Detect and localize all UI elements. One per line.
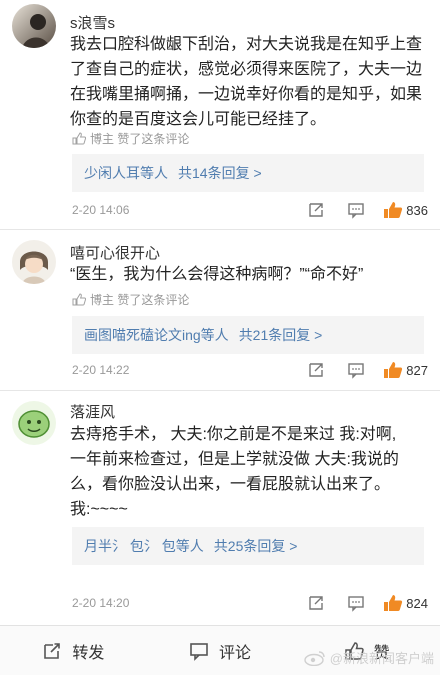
replies-box[interactable]: 月半氵 包氵 包等人 共25条回复 >: [72, 527, 424, 565]
like-button[interactable]: 827: [383, 361, 428, 379]
username[interactable]: 嘻可心很开心: [70, 242, 160, 263]
author-liked: 博主 赞了这条评论: [72, 291, 189, 308]
repost-icon: [44, 642, 61, 659]
like-button[interactable]: 824: [383, 594, 428, 612]
avatar[interactable]: [12, 240, 56, 284]
like-count: 824: [406, 595, 428, 611]
watermark: @新浪新闻客户端: [304, 648, 434, 667]
comment-label: 评论: [219, 644, 252, 662]
username[interactable]: s浪雪s: [70, 12, 115, 33]
username[interactable]: 落涯风: [70, 401, 115, 422]
comment-time: 2-20 14:06: [72, 203, 130, 217]
reply-count[interactable]: 共21条回复 >: [239, 325, 323, 345]
comment-meta: 2-20 14:22 827: [72, 359, 428, 381]
comment-time: 2-20 14:20: [72, 596, 130, 610]
comment-line: 你查的是百度这会儿可能已经挂了。: [70, 111, 327, 128]
repost-icon[interactable]: [307, 594, 325, 612]
repost-icon[interactable]: [307, 361, 325, 379]
author-liked-text: 博主 赞了这条评论: [90, 293, 190, 307]
comment-meta: 2-20 14:20 824: [72, 592, 428, 614]
comment-text: 我去口腔科做龈下刮治，对大夫说我是在知乎上查 了查自己的症状，感觉必须得来医院了…: [70, 32, 426, 132]
comment-text: 去痔疮手术， 大夫:你之前是不是来过 我:对啊, 一年前来检查过，但是上学就没做…: [70, 422, 426, 522]
reply-users[interactable]: 画图喵死磕论文ing等人: [84, 325, 229, 345]
replies-box[interactable]: 画图喵死磕论文ing等人 共21条回复 >: [72, 316, 424, 354]
like-thumb-icon: [383, 201, 403, 219]
comment-icon[interactable]: [347, 361, 365, 379]
reply-users[interactable]: 少闲人耳等人: [84, 163, 168, 183]
comment-line: 在我嘴里捅啊捅，一边说幸好你看的是知乎，如果: [70, 86, 423, 103]
reply-users[interactable]: 月半氵 包氵 包等人: [84, 536, 204, 556]
like-thumb-icon: [383, 361, 403, 379]
comment-icon[interactable]: [347, 594, 365, 612]
comment-divider: [0, 390, 440, 391]
author-liked: 博主 赞了这条评论: [72, 130, 189, 147]
avatar[interactable]: [12, 401, 56, 445]
comment-line: 去痔疮手术， 大夫:你之前是不是来过 我:对啊,: [70, 426, 397, 443]
like-count: 827: [406, 362, 428, 378]
reply-count[interactable]: 共14条回复 >: [178, 163, 262, 183]
comment-text: “医生，我为什么会得这种病啊？”“命不好”: [70, 262, 426, 287]
comment-line: 我去口腔科做龈下刮治，对大夫说我是在知乎上查: [70, 36, 423, 53]
comment-icon[interactable]: [347, 201, 365, 219]
thumb-up-icon: [72, 132, 86, 145]
comment-line: “医生，我为什么会得这种病啊？”“命不好”: [70, 266, 364, 283]
watermark-text: @新浪新闻客户端: [329, 651, 434, 666]
repost-button[interactable]: 转发: [0, 626, 147, 675]
repost-icon[interactable]: [307, 201, 325, 219]
comment-line: 么，看你脸没认出来，一看屁股就认出来了。: [70, 476, 391, 493]
author-liked-text: 博主 赞了这条评论: [90, 132, 190, 146]
comment-divider: [0, 229, 440, 230]
comment-line: 了查自己的症状，感觉必须得来医院了，大夫一边: [70, 61, 423, 78]
like-thumb-icon: [383, 594, 403, 612]
like-button[interactable]: 836: [383, 201, 428, 219]
like-count: 836: [406, 202, 428, 218]
thumb-up-icon: [72, 293, 86, 306]
weibo-logo-icon: [304, 650, 325, 666]
comment-button[interactable]: 评论: [147, 626, 294, 675]
avatar[interactable]: [12, 4, 56, 48]
comment-time: 2-20 14:22: [72, 363, 130, 377]
repost-label: 转发: [72, 644, 105, 662]
comment-line: 我:~~~~: [70, 501, 128, 518]
comment-line: 一年前来检查过，但是上学就没做 大夫:我说的: [70, 451, 399, 468]
comment-icon: [190, 642, 208, 661]
comment-meta: 2-20 14:06 836: [72, 199, 428, 221]
replies-box[interactable]: 少闲人耳等人 共14条回复 >: [72, 154, 424, 192]
reply-count[interactable]: 共25条回复 >: [214, 536, 298, 556]
